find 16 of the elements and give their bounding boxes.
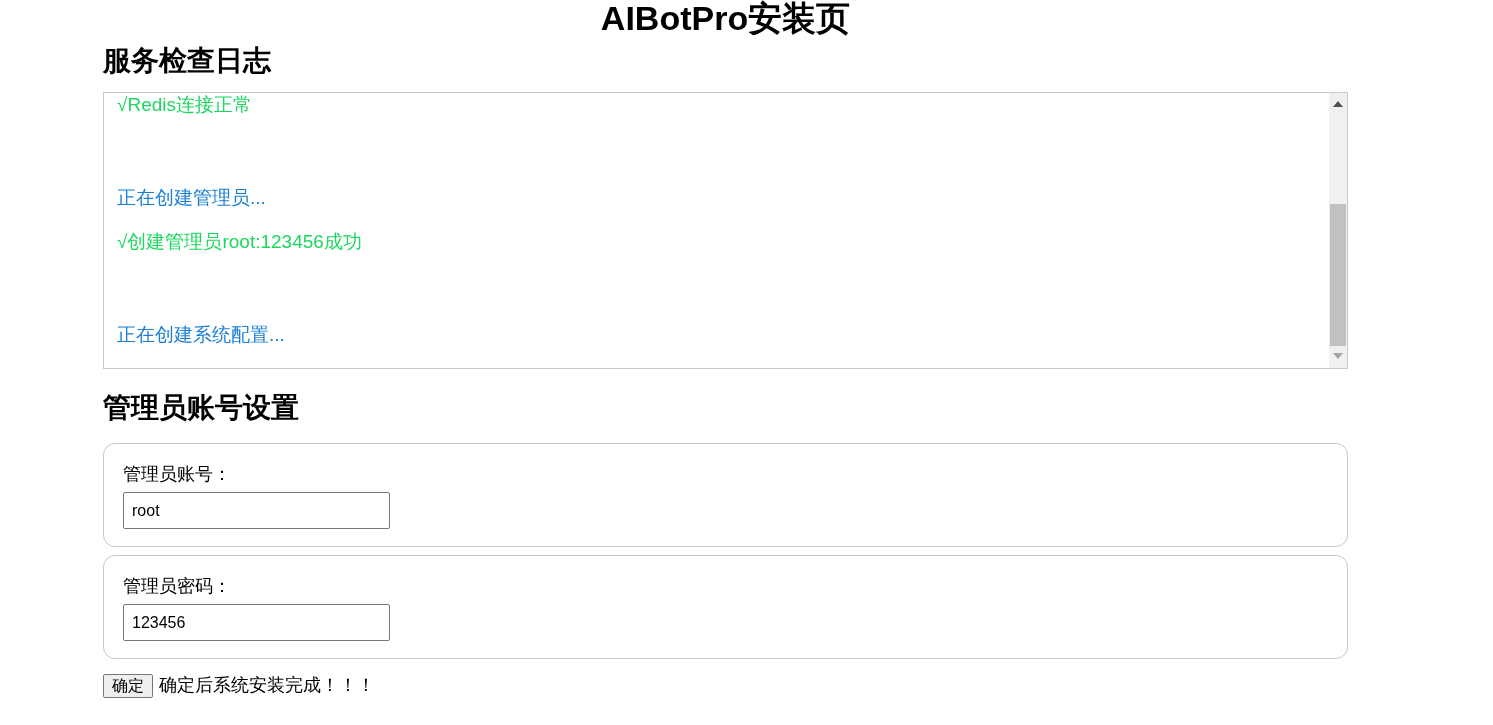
field-label: 管理员账号： <box>123 463 231 486</box>
log-line: √创建管理员root:123456成功 <box>117 231 362 253</box>
log-line: 正在创建管理员... <box>117 186 266 209</box>
confirm-button[interactable]: 确定 <box>103 673 153 698</box>
scroll-up-icon[interactable] <box>1333 101 1343 107</box>
input-field[interactable]: 123456 <box>123 604 390 641</box>
section-heading: 服务检查日志 <box>103 44 271 78</box>
input-field[interactable]: root <box>123 492 390 529</box>
scrollbar-thumb[interactable] <box>1330 204 1346 346</box>
log-line: √Redis连接正常 <box>117 94 252 116</box>
page-title: AIBotPro安装页 <box>600 0 851 36</box>
section-heading: 管理员账号设置 <box>103 391 299 425</box>
field-label: 管理员密码： <box>123 575 231 598</box>
scroll-down-icon[interactable] <box>1333 353 1343 359</box>
confirm-note: 确定后系统安装完成！！！ <box>159 674 375 697</box>
log-line: 正在创建系统配置... <box>117 323 285 346</box>
